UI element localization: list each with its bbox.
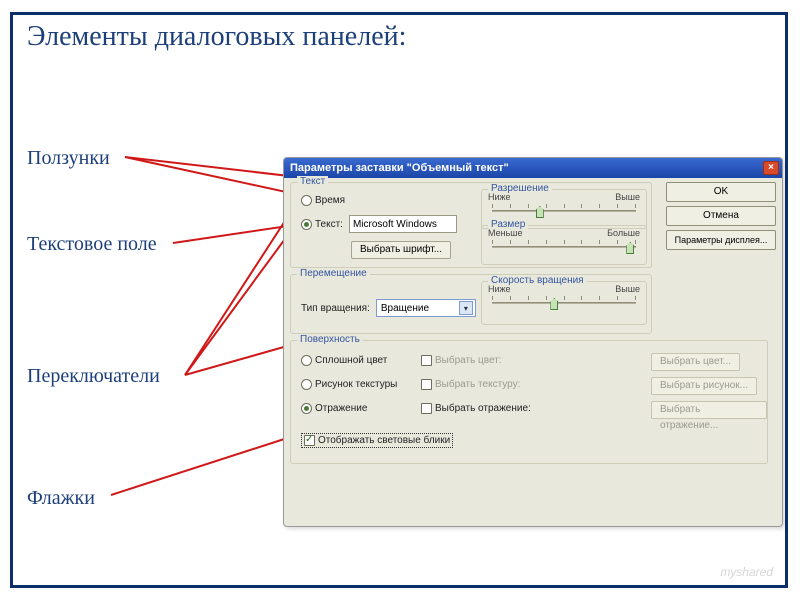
subgroup-size: Размер Меньше Больше xyxy=(481,225,647,265)
dialog-window: Параметры заставки "Объемный текст" × OK… xyxy=(283,157,783,527)
radio-time[interactable]: Время xyxy=(301,195,345,206)
radio-icon xyxy=(301,219,312,230)
speed-high: Выше xyxy=(615,284,640,294)
label-sliders: Ползунки xyxy=(27,147,110,170)
radio-reflection-label: Отражение xyxy=(315,403,367,414)
display-params-button[interactable]: Параметры дисплея... xyxy=(666,230,776,250)
speed-slider[interactable] xyxy=(488,296,640,310)
radio-time-label: Время xyxy=(315,195,345,206)
resolution-low: Ниже xyxy=(488,192,511,202)
size-low: Меньше xyxy=(488,228,523,238)
check-choose-texture: Выбрать текстуру: xyxy=(421,379,520,390)
radio-text[interactable]: Текст: xyxy=(301,219,343,230)
resolution-slider[interactable] xyxy=(488,204,640,218)
radio-solid-color[interactable]: Сплошной цвет xyxy=(301,355,387,366)
radio-texture[interactable]: Рисунок текстуры xyxy=(301,379,397,390)
checkbox-icon xyxy=(304,435,315,446)
slide-title: Элементы диалоговых панелей: xyxy=(27,21,406,53)
choose-color-button: Выбрать цвет... xyxy=(651,353,740,371)
label-radios: Переключатели xyxy=(27,365,160,388)
check-specular-label: Отображать световые блики xyxy=(318,435,450,446)
resolution-high: Выше xyxy=(615,192,640,202)
spin-type-label: Тип вращения: xyxy=(301,303,370,314)
group-text: Текст Время Текст: Выбрать шрифт... Разр… xyxy=(290,182,652,268)
size-high: Больше xyxy=(607,228,640,238)
radio-icon xyxy=(301,379,312,390)
watermark: myshared xyxy=(720,565,773,579)
checkbox-icon xyxy=(421,403,432,414)
speed-low: Ниже xyxy=(488,284,511,294)
choose-texture-button: Выбрать рисунок... xyxy=(651,377,757,395)
group-surface-title: Поверхность xyxy=(297,334,363,345)
radio-icon xyxy=(301,403,312,414)
checkbox-icon xyxy=(421,355,432,366)
spin-type-combo[interactable]: Вращение ▾ xyxy=(376,299,476,317)
subgroup-speed: Скорость вращения Ниже Выше xyxy=(481,281,647,325)
spin-type-value: Вращение xyxy=(381,303,429,314)
group-text-title: Текст xyxy=(297,176,328,187)
group-surface: Поверхность Сплошной цвет Выбрать цвет: … xyxy=(290,340,768,464)
dialog-client: OK Отмена Параметры дисплея... Текст Вре… xyxy=(284,178,782,526)
check-choose-texture-label: Выбрать текстуру: xyxy=(435,379,520,390)
check-choose-color: Выбрать цвет: xyxy=(421,355,502,366)
check-specular[interactable]: Отображать световые блики xyxy=(301,433,453,448)
group-move: Перемещение Тип вращения: Вращение ▾ Ско… xyxy=(290,274,652,334)
radio-reflection[interactable]: Отражение xyxy=(301,403,367,414)
label-textfield: Текстовое поле xyxy=(27,233,157,256)
radio-icon xyxy=(301,355,312,366)
check-choose-color-label: Выбрать цвет: xyxy=(435,355,502,366)
dialog-titlebar[interactable]: Параметры заставки "Объемный текст" × xyxy=(284,158,782,178)
radio-solid-label: Сплошной цвет xyxy=(315,355,387,366)
cancel-button[interactable]: Отмена xyxy=(666,206,776,226)
dialog-right-buttons: OK Отмена Параметры дисплея... xyxy=(666,182,776,254)
close-button[interactable]: × xyxy=(763,161,779,175)
check-choose-reflection-label: Выбрать отражение: xyxy=(435,403,531,414)
radio-text-label: Текст: xyxy=(315,219,343,230)
checkbox-icon xyxy=(421,379,432,390)
size-slider[interactable] xyxy=(488,240,640,254)
ok-button[interactable]: OK xyxy=(666,182,776,202)
dialog-title: Параметры заставки "Объемный текст" xyxy=(290,162,509,174)
chevron-down-icon: ▾ xyxy=(459,301,473,315)
check-choose-reflection[interactable]: Выбрать отражение: xyxy=(421,403,531,414)
label-checks: Флажки xyxy=(27,487,95,510)
choose-font-button[interactable]: Выбрать шрифт... xyxy=(351,241,451,259)
slide-frame: Элементы диалоговых панелей: Ползунки Те… xyxy=(10,12,788,588)
text-input[interactable] xyxy=(349,215,457,233)
radio-texture-label: Рисунок текстуры xyxy=(315,379,397,390)
choose-reflection-button: Выбрать отражение... xyxy=(651,401,767,419)
group-move-title: Перемещение xyxy=(297,268,370,279)
radio-icon xyxy=(301,195,312,206)
